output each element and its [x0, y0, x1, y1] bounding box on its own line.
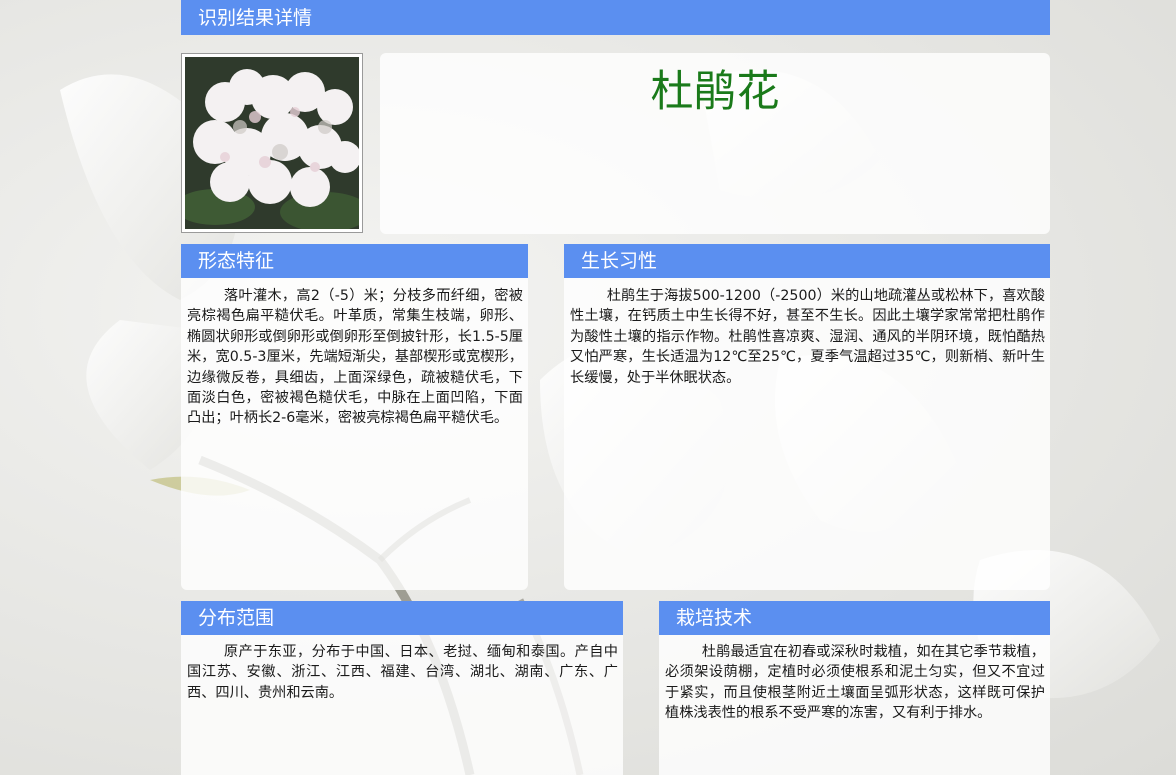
habit-header: 生长习性 — [564, 244, 1050, 278]
plant-name: 杜鹃花 — [650, 67, 780, 117]
distribution-text: 原产于东亚，分布于中国、日本、老挝、缅甸和泰国。产自中国江苏、安徽、浙江、江西、… — [187, 644, 618, 701]
distribution-title: 分布范围 — [198, 607, 275, 629]
page-title: 识别结果详情 — [198, 7, 313, 29]
cultivation-text: 杜鹃最适宜在初春或深秋时栽植，如在其它季节栽植，必须架设荫棚，定植时必须使根系和… — [665, 644, 1045, 722]
page-title-bar: 识别结果详情 — [181, 0, 1050, 35]
plant-photo — [181, 53, 363, 233]
morphology-title: 形态特征 — [198, 250, 275, 272]
distribution-header: 分布范围 — [181, 601, 623, 635]
habit-title: 生长习性 — [581, 250, 658, 272]
rhododendron-photo-image — [185, 57, 359, 229]
cultivation-header: 栽培技术 — [659, 601, 1050, 635]
cultivation-title: 栽培技术 — [676, 607, 753, 629]
morphology-header: 形态特征 — [181, 244, 528, 278]
morphology-text: 落叶灌木，高2（-5）米；分枝多而纤细，密被亮棕褐色扁平糙伏毛。叶革质，常集生枝… — [187, 288, 523, 427]
habit-text: 杜鹃生于海拔500-1200（-2500）米的山地疏灌丛或松林下，喜欢酸性土壤，… — [570, 288, 1045, 386]
